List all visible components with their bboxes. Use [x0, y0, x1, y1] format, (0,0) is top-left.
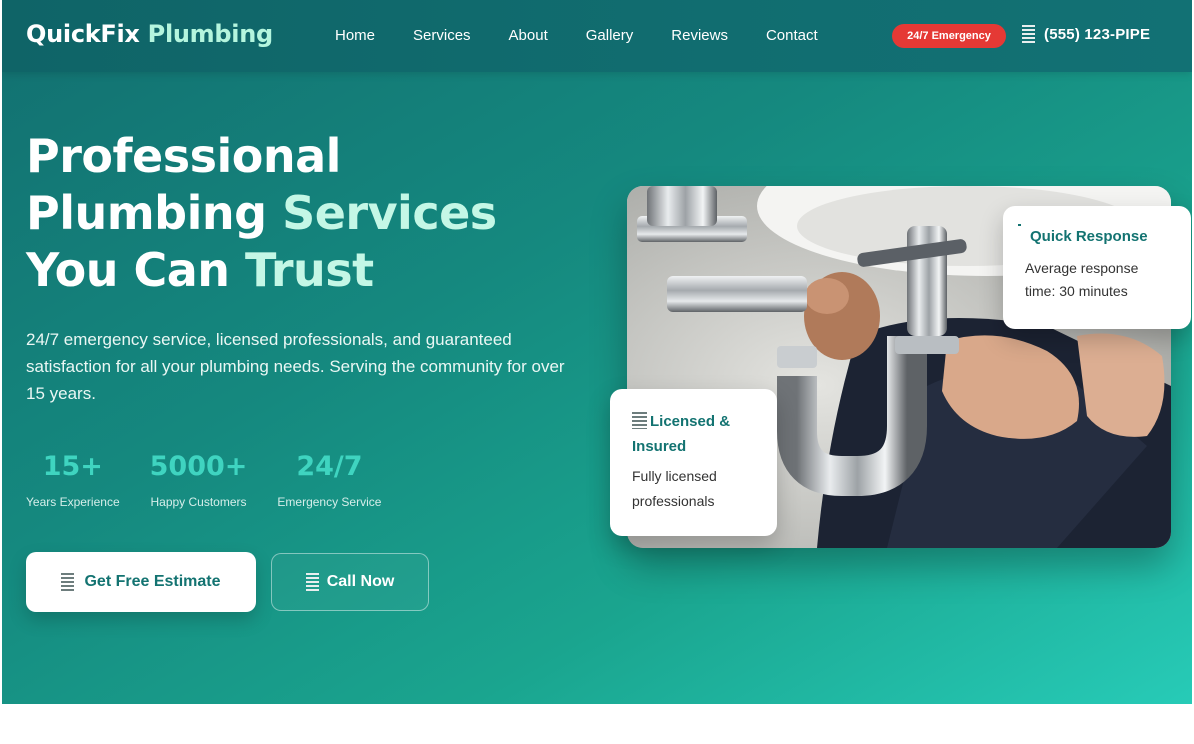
brand-logo[interactable]: QuickFix Plumbing: [26, 20, 273, 48]
call-now-button[interactable]: Call Now: [271, 553, 429, 611]
nav-link-gallery[interactable]: Gallery: [586, 27, 634, 44]
call-now-label: Call Now: [326, 573, 395, 590]
licensed-desc: Fully licensed professionals: [632, 468, 717, 509]
brand-name-part2: Plumbing: [147, 20, 273, 48]
emergency-badge: 24/7 Emergency: [892, 24, 1006, 48]
stat-emergency: 24/7 Emergency Service: [277, 450, 381, 509]
quick-response-card: Quick Response Average response time: 30…: [1003, 206, 1191, 329]
hero-title-line3b: Trust: [245, 243, 374, 297]
quick-response-desc: Average response time: 30 minutes: [1025, 260, 1139, 299]
phone-icon: [305, 573, 319, 591]
get-free-estimate-label: Get Free Estimate: [84, 573, 221, 590]
stat-value: 5000+: [149, 451, 248, 482]
stat-value: 24/7: [296, 451, 363, 482]
clock-icon: [1018, 224, 1021, 226]
hero-title-line3a: You Can: [26, 243, 230, 297]
clipboard-icon: [61, 573, 75, 591]
stat-label: Years Experience: [26, 495, 120, 509]
nav-phone-link[interactable]: (555) 123-PIPE: [1022, 25, 1150, 43]
hero-stats: 15+ Years Experience 5000+ Happy Custome…: [26, 450, 411, 509]
nav-link-home[interactable]: Home: [335, 27, 375, 44]
brand-name-part1: QuickFix: [26, 20, 140, 48]
nav-link-contact[interactable]: Contact: [766, 27, 818, 44]
stat-customers: 5000+ Happy Customers: [150, 450, 248, 509]
hero-title-line1: Professional: [26, 129, 341, 183]
nav-link-reviews[interactable]: Reviews: [671, 27, 728, 44]
nav-links: Home Services About Gallery Reviews Cont…: [335, 27, 856, 44]
licensed-card: Licensed & Insured Fully licensed profes…: [610, 389, 777, 536]
stat-value: 15+: [42, 451, 103, 482]
stat-years: 15+ Years Experience: [26, 450, 120, 509]
licensed-title: Licensed & Insured: [632, 409, 755, 459]
phone-icon: [1022, 25, 1035, 43]
get-free-estimate-button[interactable]: Get Free Estimate: [26, 552, 256, 612]
hero-title: Professional Plumbing Services You Can T…: [26, 128, 586, 299]
stat-label: Emergency Service: [277, 495, 382, 509]
hero-description: 24/7 emergency service, licensed profess…: [26, 330, 565, 403]
hero-section: QuickFix Plumbing Home Services About Ga…: [2, 0, 1192, 704]
hero-title-line2a: Plumbing: [26, 186, 267, 240]
quick-response-title-text: Quick Response: [1030, 228, 1148, 245]
top-navigation: QuickFix Plumbing Home Services About Ga…: [2, 0, 1192, 72]
phone-number: (555) 123-PIPE: [1044, 25, 1151, 43]
stat-label: Happy Customers: [150, 495, 247, 509]
nav-link-about[interactable]: About: [509, 27, 548, 44]
nav-link-services[interactable]: Services: [413, 27, 471, 44]
hero-title-line2b: Services: [282, 186, 497, 240]
certificate-icon: [632, 412, 647, 429]
quick-response-title: Quick Response: [1018, 224, 1169, 245]
